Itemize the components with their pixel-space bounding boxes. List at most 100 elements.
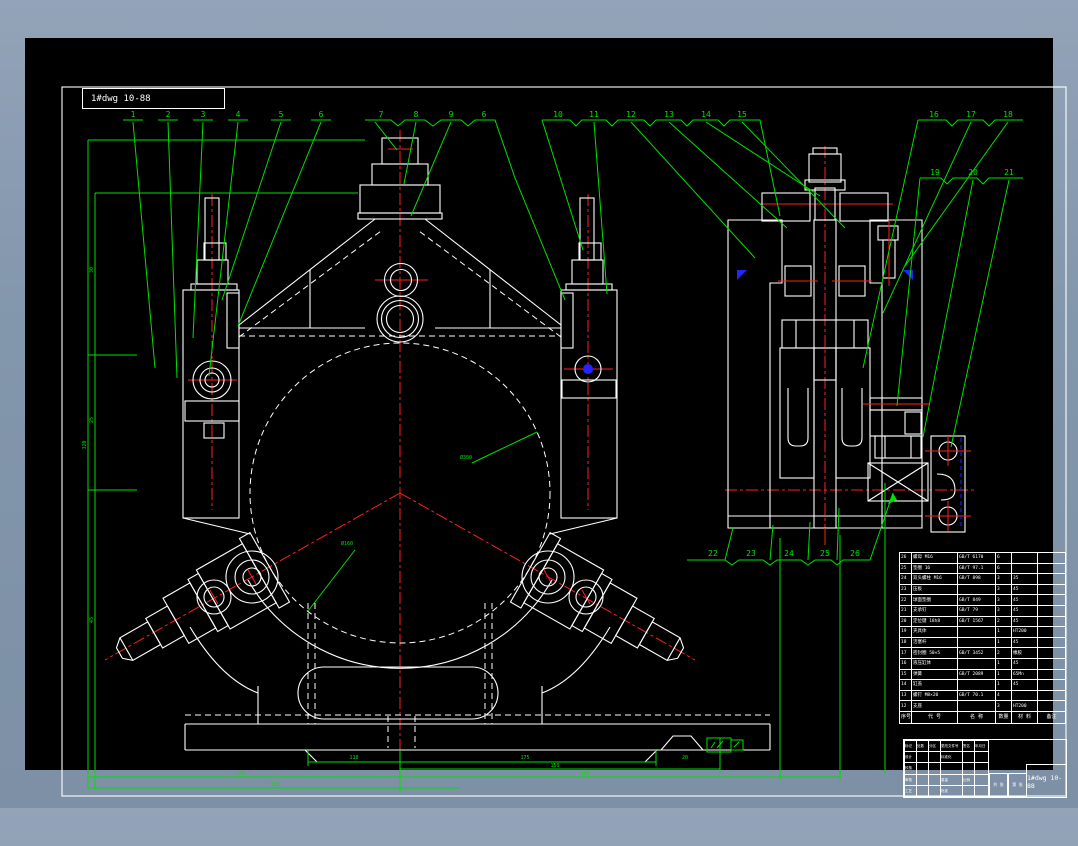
parts-cell: 6 bbox=[995, 552, 1012, 564]
callout-number: 11 bbox=[589, 110, 599, 119]
parts-cell: 45 bbox=[1011, 594, 1038, 606]
callout-number: 6 bbox=[482, 110, 487, 119]
parts-cell: 19 bbox=[899, 626, 912, 638]
parts-cell: 橡胶 bbox=[1011, 647, 1038, 659]
svg-text:Ø300: Ø300 bbox=[460, 454, 472, 461]
parts-header-cell: 代 号 bbox=[911, 710, 958, 724]
parts-cell: 45 bbox=[1011, 679, 1038, 691]
callout-number: 2 bbox=[166, 110, 171, 119]
front-view bbox=[104, 130, 771, 763]
svg-text:170: 170 bbox=[235, 771, 244, 777]
parts-cell: 弹簧 bbox=[911, 668, 958, 681]
parts-cell: 3 bbox=[995, 604, 1012, 617]
parts-cell bbox=[1037, 647, 1066, 659]
callout-number: 3 bbox=[201, 110, 206, 119]
parts-cell: 14 bbox=[899, 679, 912, 691]
right-screw-cylinder bbox=[509, 531, 685, 662]
parts-cell: 25 bbox=[899, 562, 912, 575]
parts-cell: GB/T 70.1 bbox=[957, 689, 996, 702]
callout-number: 15 bbox=[737, 110, 747, 119]
callout-number: 17 bbox=[966, 110, 976, 119]
parts-cell bbox=[1011, 562, 1038, 575]
callout-number: 1 bbox=[131, 110, 136, 119]
parts-cell: 球面垫圈 bbox=[911, 594, 958, 606]
callout-number: 7 bbox=[379, 110, 384, 119]
title-block-cell bbox=[940, 762, 963, 775]
parts-cell bbox=[957, 657, 996, 670]
svg-text:110: 110 bbox=[349, 755, 358, 761]
parts-cell bbox=[1037, 700, 1066, 712]
parts-cell: 18 bbox=[899, 636, 912, 649]
parts-cell: 13 bbox=[899, 689, 912, 702]
parts-cell bbox=[1037, 657, 1066, 670]
parts-cell bbox=[1037, 604, 1066, 617]
parts-cell: 定位键 18h8 bbox=[911, 615, 958, 628]
title-block-cell bbox=[962, 751, 975, 764]
title-block-cell bbox=[916, 784, 929, 798]
callout-number: 6 bbox=[319, 110, 324, 119]
dimension-labels: 110 175 150 170 150 320 20 30 25 320 45 … bbox=[82, 267, 688, 788]
cad-drawing: 1 2 3 4 5 6 7 8 9 6 10 11 12 13 14 15 16 17 1819 20 2122 23 24… bbox=[61, 86, 1067, 797]
title-block-cell: 更改文件号 bbox=[940, 739, 963, 753]
title-block-cell bbox=[928, 784, 941, 798]
parts-cell: 45 bbox=[1011, 583, 1038, 596]
parts-cell: 45 bbox=[1011, 657, 1038, 670]
title-block: 标记 处数 分区 更改文件号 签名 年月日 设计 标准化 校核 审核 重量 比例 工艺 批准 共 张 第 … bbox=[903, 739, 1067, 798]
parts-cell: 4 bbox=[995, 689, 1012, 702]
callout-number: 8 bbox=[414, 110, 419, 119]
callout-number: 12 bbox=[626, 110, 636, 119]
parts-cell: 17 bbox=[899, 647, 912, 659]
parts-cell bbox=[1037, 679, 1066, 691]
drawing-number: 1#dwg 10-88 bbox=[1026, 764, 1067, 798]
title-block-cell bbox=[974, 762, 989, 775]
parts-cell: GB/T 6170 bbox=[957, 552, 996, 564]
parts-cell: 16 bbox=[899, 657, 912, 670]
parts-cell: 3 bbox=[995, 700, 1012, 712]
title-block-cell: 签名 bbox=[962, 739, 975, 753]
parts-cell: GB/T 1567 bbox=[957, 615, 996, 628]
parts-cell: 35 bbox=[1011, 573, 1038, 585]
title-block-cell: 分区 bbox=[928, 739, 941, 753]
callout-number: 9 bbox=[449, 110, 454, 119]
callout-number: 13 bbox=[664, 110, 674, 119]
left-screw-cylinder bbox=[115, 531, 291, 662]
parts-cell bbox=[1037, 594, 1066, 606]
svg-text:320: 320 bbox=[82, 440, 88, 449]
parts-cell: 26 bbox=[899, 552, 912, 564]
parts-cell: 2 bbox=[995, 615, 1012, 628]
parts-cell bbox=[957, 700, 996, 712]
parts-cell: 45 bbox=[1011, 615, 1038, 628]
parts-cell: 支座 bbox=[911, 700, 958, 712]
callout-number: 16 bbox=[929, 110, 939, 119]
parts-cell bbox=[1011, 689, 1038, 702]
parts-cell: 1 bbox=[995, 657, 1012, 670]
drawing-canvas[interactable]: 1 2 3 4 5 6 7 8 9 6 10 11 12 13 14 15 16 17 18 19 20 21 22 23 24… bbox=[25, 38, 1067, 798]
parts-cell: 3 bbox=[995, 594, 1012, 606]
parts-cell: 支承钉 bbox=[911, 604, 958, 617]
title-block-cell bbox=[916, 751, 929, 764]
parts-cell bbox=[957, 679, 996, 691]
parts-cell: 45 bbox=[1011, 604, 1038, 617]
parts-cell: 液压缸体 bbox=[911, 657, 958, 670]
callout-number: 18 bbox=[1003, 110, 1013, 119]
parts-cell: 夹具体 bbox=[911, 626, 958, 638]
parts-list-table: 26 螺母 M16 GB/T 6170 6 25 垫圈 16 GB/T 97.1 6 24 双头螺… bbox=[899, 552, 1066, 724]
title-block-cell: 设计 bbox=[904, 751, 917, 764]
parts-cell: 双头螺柱 M16 bbox=[911, 573, 958, 585]
parts-cell: 1 bbox=[995, 626, 1012, 638]
parts-cell: 20 bbox=[899, 615, 912, 628]
title-block-cell bbox=[974, 751, 989, 764]
parts-cell bbox=[957, 583, 996, 596]
title-block-middle: 共 张 第 张 bbox=[988, 740, 1027, 797]
svg-text:20: 20 bbox=[682, 755, 688, 761]
parts-cell: 1 bbox=[995, 668, 1012, 681]
callout-number: 19 bbox=[930, 168, 940, 177]
title-block-cell: 年月日 bbox=[974, 739, 989, 753]
svg-text:25: 25 bbox=[89, 417, 95, 423]
parts-cell bbox=[957, 626, 996, 638]
title-block-cell: 标准化 bbox=[940, 751, 963, 764]
svg-text:150: 150 bbox=[550, 763, 559, 769]
title-block-cell bbox=[928, 773, 941, 786]
title-block-cell bbox=[962, 762, 975, 775]
parts-cell: 65Mn bbox=[1011, 668, 1038, 681]
